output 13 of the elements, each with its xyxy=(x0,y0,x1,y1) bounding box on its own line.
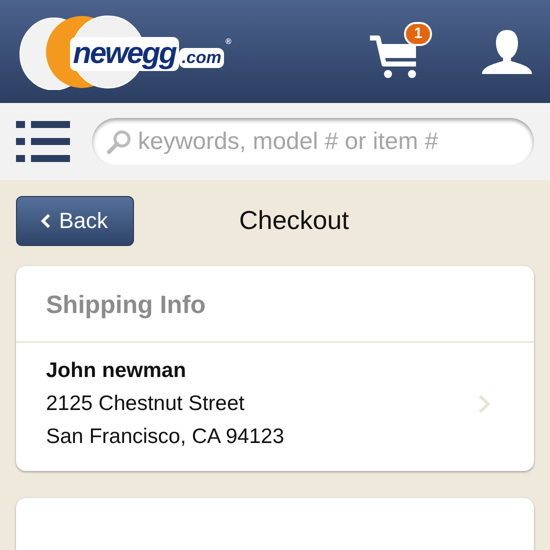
recipient-name: John newman xyxy=(46,358,188,384)
chevron-left-icon xyxy=(41,212,51,228)
address-line: 2125 Chestnut Street xyxy=(46,391,246,417)
cart-count-badge: 1 xyxy=(404,22,432,46)
address-line: San Francisco, CA 94123 xyxy=(46,424,286,450)
menu-icon[interactable] xyxy=(16,120,70,162)
user-icon[interactable] xyxy=(482,30,532,74)
search-field[interactable]: keywords, model # or item # xyxy=(92,118,534,166)
back-button[interactable]: Back xyxy=(16,196,134,246)
shipping-card[interactable]: Shipping Info John newman 2125 Chestnut Street San Francisco, CA 94123 xyxy=(16,266,534,471)
page-title: Checkout xyxy=(238,205,350,236)
chevron-right-icon xyxy=(478,394,490,414)
card-title: Shipping Info xyxy=(16,266,534,343)
